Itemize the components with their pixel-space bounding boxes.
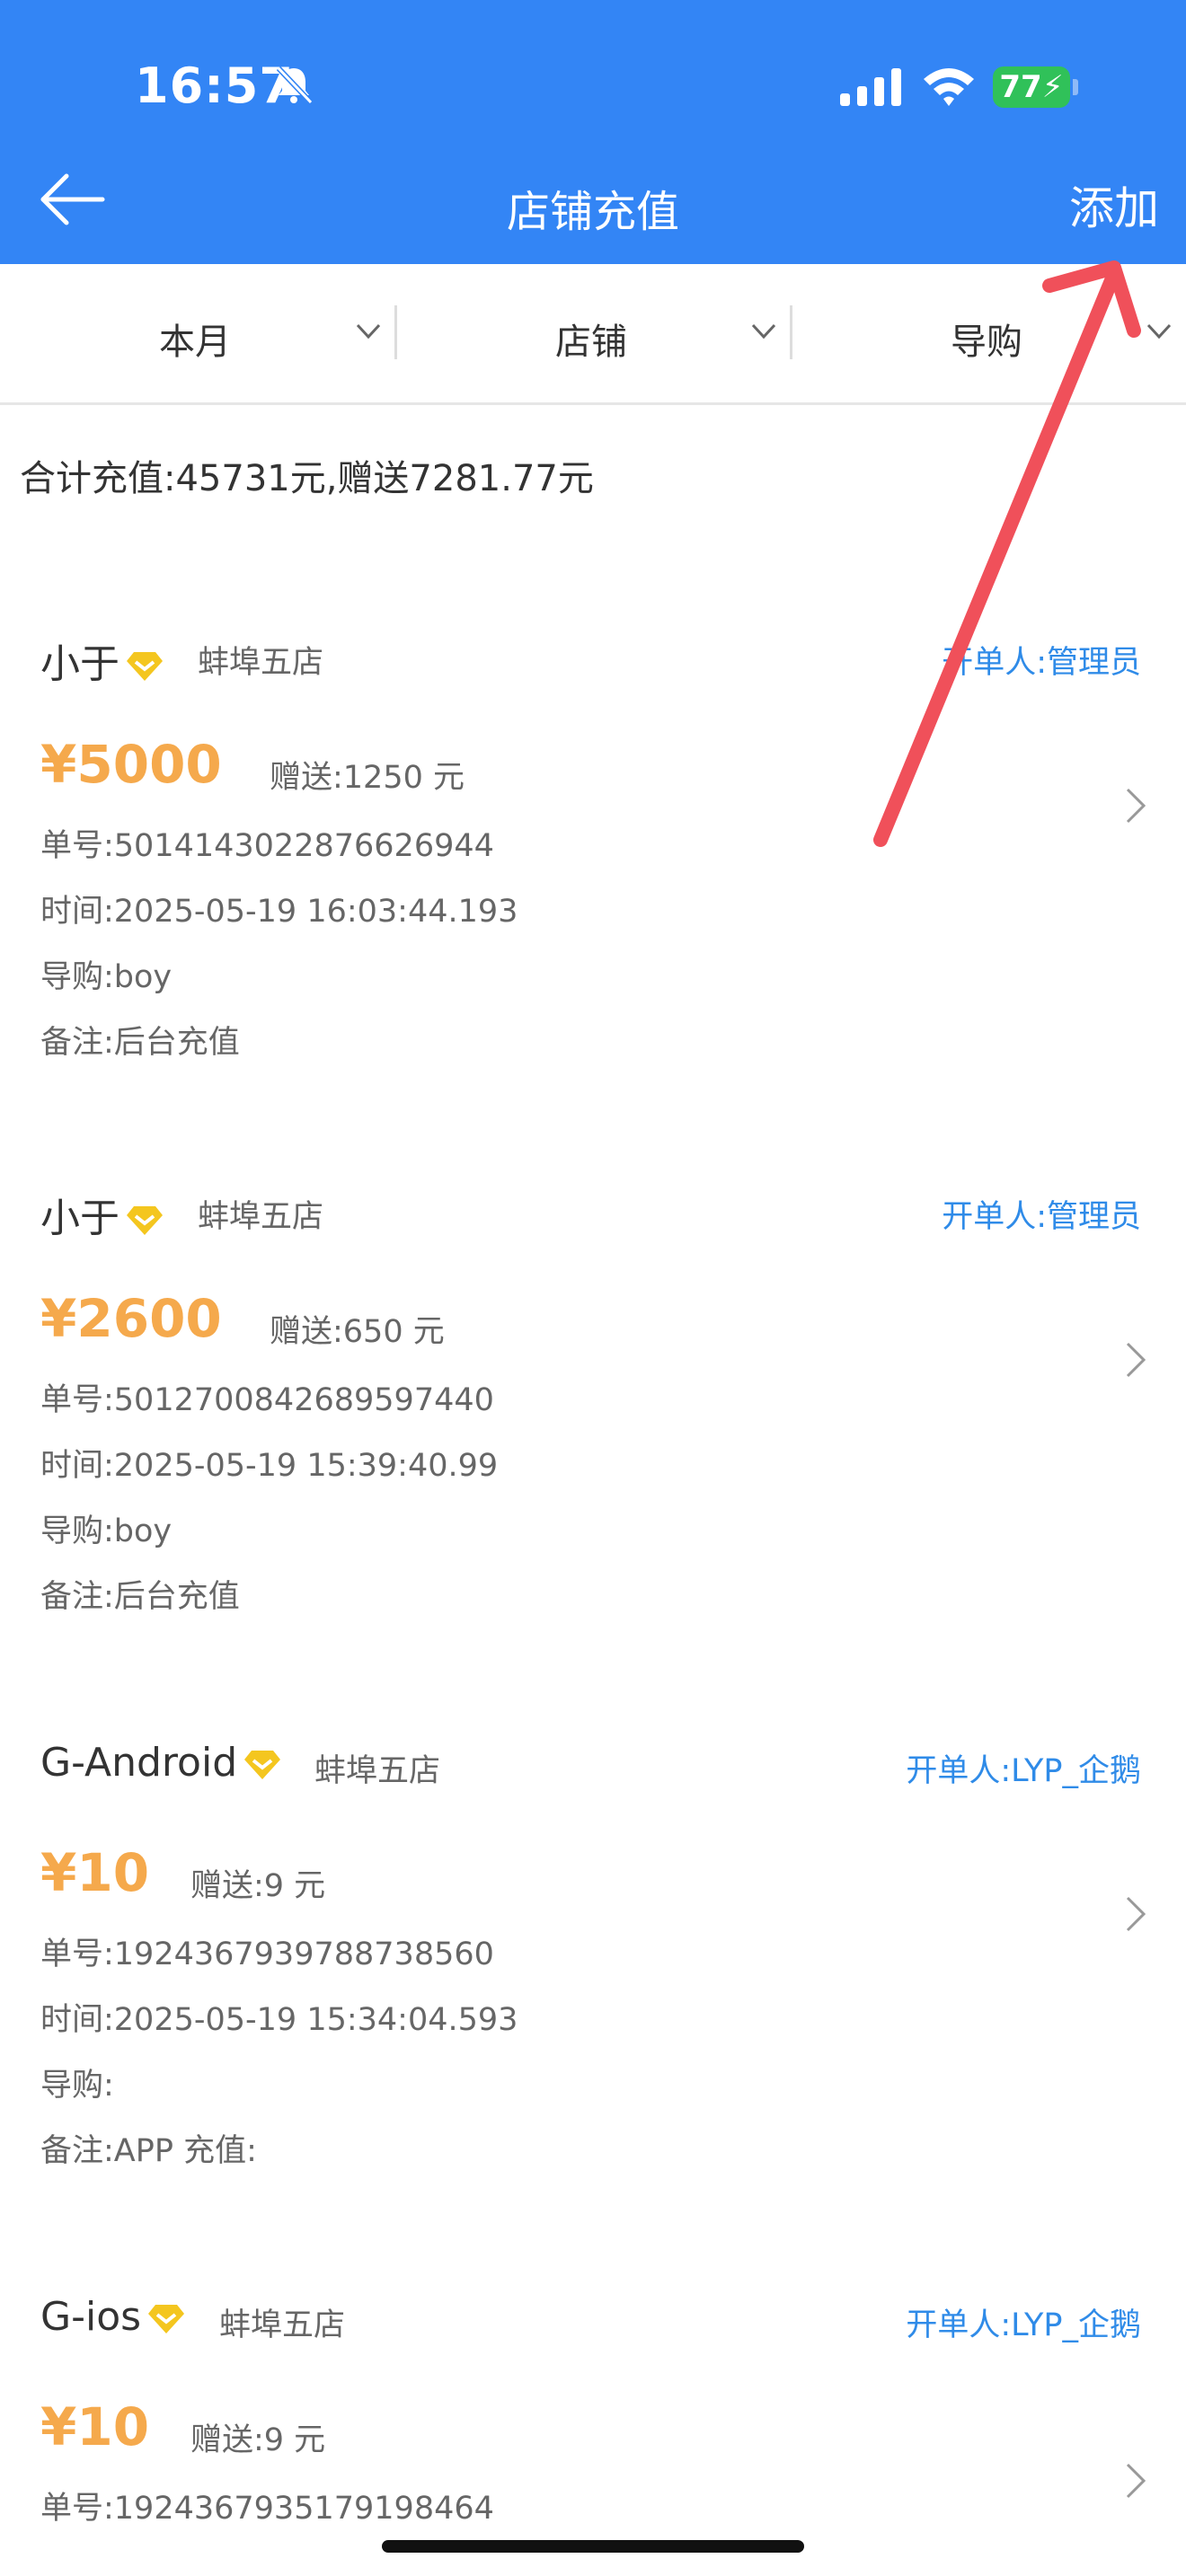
recharge-amount: ¥10 xyxy=(40,1842,150,1903)
member-name: G-Android xyxy=(40,1740,282,1786)
filter-guide[interactable]: 导购 xyxy=(791,264,1186,402)
store-name: 蚌埠五店 xyxy=(198,1199,324,1235)
vip-diamond-icon xyxy=(244,1751,281,1779)
recharge-amount: ¥2600 xyxy=(40,1288,222,1349)
remark: 备注:后台充值 xyxy=(40,1579,240,1615)
recharge-record[interactable]: 小于 蚌埠五店 开单人:管理员 ¥2600 赠送:650 元 单号:501270… xyxy=(0,1151,1186,1672)
charging-bolt-icon: ⚡ xyxy=(1041,69,1064,105)
home-indicator xyxy=(382,2540,804,2553)
vip-diamond-icon xyxy=(127,1206,163,1235)
battery-indicator: 77 ⚡ xyxy=(993,66,1070,108)
filter-month[interactable]: 本月 xyxy=(0,264,395,402)
gift-amount: 赠送:9 元 xyxy=(190,2422,326,2458)
filter-store[interactable]: 店铺 xyxy=(395,264,791,402)
chevron-right-icon xyxy=(1126,1342,1146,1378)
battery-cap xyxy=(1073,79,1078,95)
shopping-guide: 导购:boy xyxy=(40,959,173,995)
remark: 备注:APP 充值: xyxy=(40,2133,257,2169)
page-title: 店铺充值 xyxy=(506,187,679,237)
recharge-amount: ¥10 xyxy=(40,2396,150,2457)
order-number: 单号:5014143022876626944 xyxy=(40,828,494,864)
recharge-record[interactable]: G-Android 蚌埠五店 开单人:LYP_企鹅 ¥10 赠送:9 元 单号:… xyxy=(0,1706,1186,2227)
store-name: 蚌埠五店 xyxy=(219,2307,346,2343)
order-number: 单号:1924367935179198464 xyxy=(40,2491,494,2527)
app-header: 16:57 77 ⚡ 店铺充值 添加 xyxy=(0,0,1186,264)
gift-amount: 赠送:9 元 xyxy=(190,1868,326,1904)
recharge-time: 时间:2025-05-19 15:39:40.99 xyxy=(40,1448,499,1484)
member-name: 小于 xyxy=(40,631,164,689)
chevron-down-icon xyxy=(751,323,776,340)
battery-level: 77 xyxy=(999,69,1042,105)
recharge-amount: ¥5000 xyxy=(40,734,222,795)
member-name-text: 小于 xyxy=(40,641,119,687)
operator: 开单人:管理员 xyxy=(942,645,1141,681)
member-name-text: G-ios xyxy=(40,2294,142,2340)
chevron-right-icon xyxy=(1126,1896,1146,1932)
shopping-guide: 导购: xyxy=(40,2068,114,2104)
member-name: 小于 xyxy=(40,1186,164,1243)
operator: 开单人:管理员 xyxy=(942,1199,1141,1235)
status-time: 16:57 xyxy=(135,57,294,114)
wifi-icon xyxy=(924,68,974,106)
chevron-down-icon xyxy=(1146,323,1172,340)
filter-bar: 本月 店铺 导购 xyxy=(0,264,1186,405)
add-button[interactable]: 添加 xyxy=(1069,172,1159,237)
chevron-right-icon xyxy=(1126,2463,1146,2499)
recharge-record[interactable]: G-ios 蚌埠五店 开单人:LYP_企鹅 ¥10 赠送:9 元 单号:1924… xyxy=(0,2260,1186,2576)
vip-diamond-icon xyxy=(148,2305,185,2333)
order-number: 单号:5012700842689597440 xyxy=(40,1382,494,1418)
member-name-text: 小于 xyxy=(40,1195,119,1241)
filter-guide-label: 导购 xyxy=(951,322,1022,363)
recharge-time: 时间:2025-05-19 15:34:04.593 xyxy=(40,2002,518,2038)
vip-diamond-icon xyxy=(127,652,163,681)
store-name: 蚌埠五店 xyxy=(198,645,324,681)
store-name: 蚌埠五店 xyxy=(314,1753,441,1789)
filter-store-label: 店铺 xyxy=(555,322,627,363)
gift-amount: 赠送:1250 元 xyxy=(270,760,465,796)
chevron-right-icon xyxy=(1126,788,1146,824)
filter-month-label: 本月 xyxy=(159,322,231,363)
total-summary: 合计充值:45731元,赠送7281.77元 xyxy=(20,458,594,499)
shopping-guide: 导购:boy xyxy=(40,1513,173,1549)
operator: 开单人:LYP_企鹅 xyxy=(906,1753,1141,1789)
member-name: G-ios xyxy=(40,2294,186,2340)
gift-amount: 赠送:650 元 xyxy=(270,1314,445,1350)
recharge-time: 时间:2025-05-19 16:03:44.193 xyxy=(40,894,518,930)
chevron-down-icon xyxy=(356,323,381,340)
cellular-signal-icon xyxy=(840,68,901,106)
operator: 开单人:LYP_企鹅 xyxy=(906,2307,1141,2343)
bell-muted-icon xyxy=(276,66,314,105)
remark: 备注:后台充值 xyxy=(40,1025,240,1061)
recharge-record[interactable]: 小于 蚌埠五店 开单人:管理员 ¥5000 赠送:1250 元 单号:50141… xyxy=(0,597,1186,1118)
order-number: 单号:1924367939788738560 xyxy=(40,1936,494,1972)
member-name-text: G-Android xyxy=(40,1740,238,1786)
